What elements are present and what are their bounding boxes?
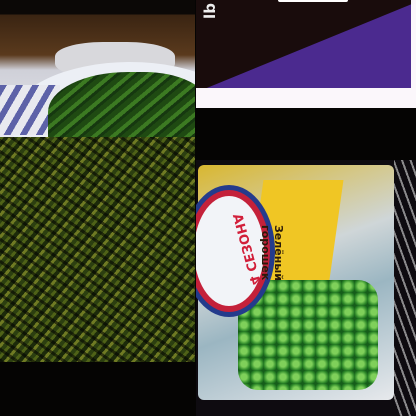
purple-package-photo: lb <box>196 0 416 108</box>
chain-decoration <box>394 160 416 416</box>
green-peas <box>238 280 378 390</box>
green-beans-closeup-photo <box>0 137 195 362</box>
plate-of-green-beans-photo <box>0 0 195 137</box>
product-name-line2: горошек <box>259 224 273 281</box>
package-label <box>278 0 348 2</box>
package-text: lb <box>200 3 219 19</box>
product-name-line1: Зелёный <box>272 224 286 282</box>
image-collage: lb 4 СЕЗОНА Зелёный горошек <box>0 0 416 416</box>
frozen-peas-bag-photo: 4 СЕЗОНА Зелёный горошек <box>196 160 416 416</box>
product-name: Зелёный горошек <box>259 225 285 281</box>
